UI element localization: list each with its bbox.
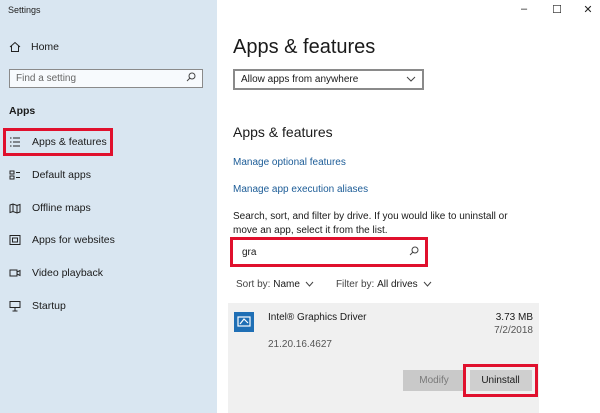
sidebar-item-apps-for-websites[interactable]: Apps for websites [3, 226, 213, 254]
filter-dropdown[interactable]: Filter by: All drives [336, 279, 432, 290]
sort-filter-bar: Sort by: Name Filter by: All drives [236, 279, 432, 290]
uninstall-button[interactable]: Uninstall [469, 370, 532, 391]
sidebar-item-label: Video playback [32, 267, 104, 279]
maximize-button[interactable]: ☐ [547, 2, 567, 16]
close-button[interactable]: ✕ [578, 2, 598, 16]
search-description: Search, sort, and filter by drive. If yo… [233, 211, 508, 236]
install-source-dropdown[interactable]: Allow apps from anywhere [233, 69, 424, 90]
section-title: Apps & features [233, 124, 333, 140]
window-title: Settings [8, 5, 41, 15]
manage-app-execution-aliases-link[interactable]: Manage app execution aliases [233, 184, 368, 195]
home-label: Home [31, 41, 60, 53]
sidebar-item-video-playback[interactable]: Video playback [3, 259, 213, 287]
sidebar-home[interactable]: Home [9, 38, 59, 56]
websites-icon [9, 234, 21, 246]
app-version: 21.20.16.4627 [268, 339, 332, 350]
uninstall-highlight: Uninstall [463, 364, 538, 397]
manage-optional-features-link[interactable]: Manage optional features [233, 157, 346, 168]
minimize-button[interactable]: – [514, 2, 534, 16]
sort-dropdown[interactable]: Sort by: Name [236, 279, 314, 290]
section-label-apps: Apps [9, 105, 36, 117]
sidebar-item-default-apps[interactable]: Default apps [3, 161, 213, 189]
map-icon [9, 202, 21, 214]
app-search-input[interactable]: gra [230, 237, 428, 267]
chevron-down-icon [423, 280, 432, 289]
startup-icon [9, 300, 21, 312]
sidebar-item-label: Offline maps [32, 202, 91, 214]
intel-graphics-icon [234, 312, 254, 332]
sidebar-item-startup[interactable]: Startup [3, 292, 213, 320]
sidebar-item-label: Startup [32, 300, 66, 312]
chevron-down-icon [305, 280, 314, 289]
page-title: Apps & features [233, 36, 376, 58]
list-icon [9, 136, 21, 148]
sort-value: Name [273, 279, 300, 290]
sidebar-item-offline-maps[interactable]: Offline maps [3, 194, 213, 222]
settings-search-placeholder: Find a setting [16, 73, 77, 84]
home-icon [9, 41, 21, 53]
sidebar-item-label: Default apps [32, 169, 91, 181]
modify-button[interactable]: Modify [403, 370, 465, 391]
app-size: 3.73 MB [495, 312, 533, 323]
sidebar-item-label: Apps & features [32, 136, 107, 148]
sort-label: Sort by: [236, 279, 271, 290]
app-name: Intel® Graphics Driver [268, 312, 367, 323]
dropdown-value: Allow apps from anywhere [241, 74, 359, 85]
search-icon [409, 246, 419, 259]
sidebar: Settings Home Find a setting Apps Apps &… [0, 0, 217, 413]
sidebar-item-label: Apps for websites [32, 234, 115, 246]
app-search-value: gra [242, 246, 257, 258]
default-apps-icon [9, 169, 21, 181]
app-install-date: 7/2/2018 [494, 325, 533, 336]
settings-search-input[interactable]: Find a setting [9, 69, 203, 88]
filter-label: Filter by: [335, 279, 375, 290]
chevron-down-icon [406, 74, 416, 85]
sidebar-item-apps-features[interactable]: Apps & features [3, 128, 113, 156]
video-icon [9, 267, 21, 279]
filter-value: All drives [377, 279, 418, 290]
app-list-item[interactable]: Intel® Graphics Driver 21.20.16.4627 3.7… [228, 303, 539, 413]
search-icon [186, 72, 196, 85]
